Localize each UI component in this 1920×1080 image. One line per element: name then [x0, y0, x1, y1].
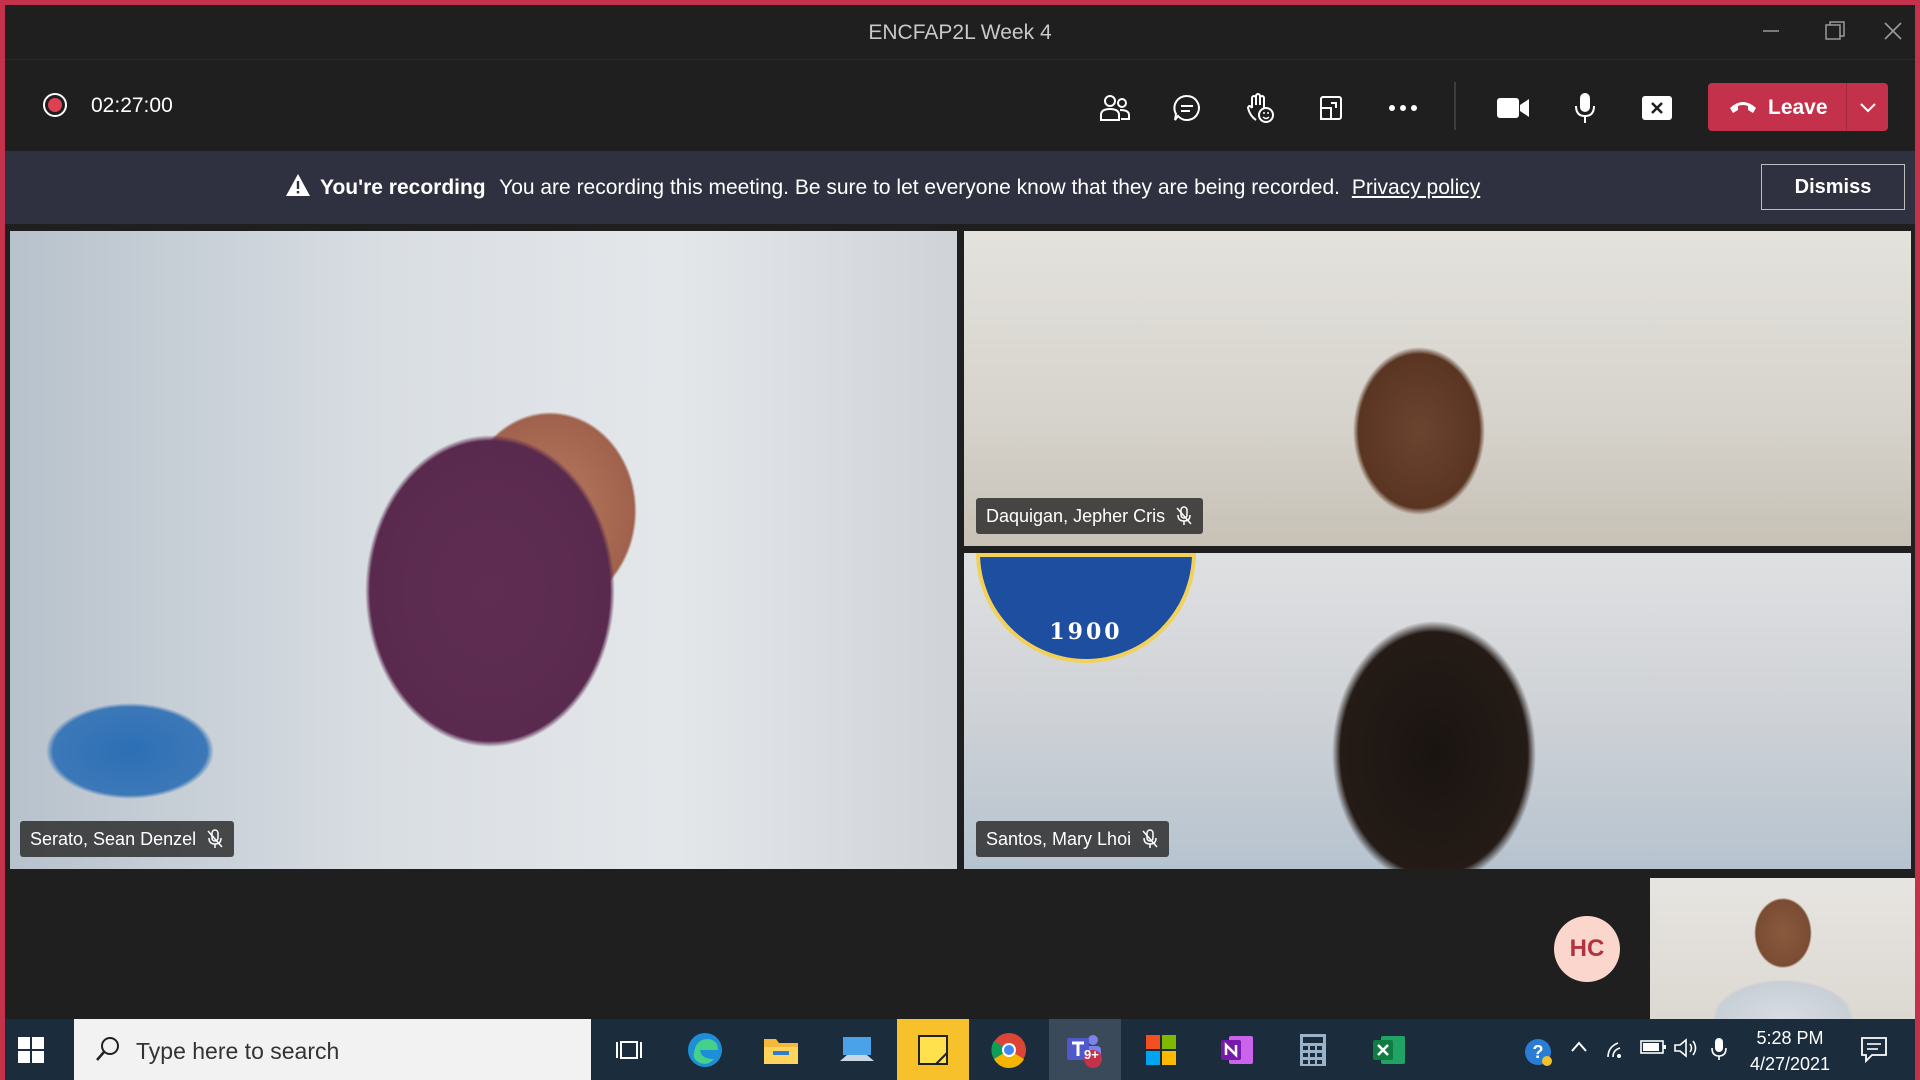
minimize-icon — [1763, 30, 1779, 32]
reactions-icon — [1246, 93, 1274, 123]
notification-center-icon[interactable] — [1860, 1035, 1888, 1068]
store-icon — [1146, 1034, 1176, 1065]
clock-time: 5:28 PM — [1756, 1028, 1824, 1048]
chrome-icon — [991, 1032, 1026, 1068]
banner-text: You're recording You are recording this … — [320, 176, 1480, 200]
taskbar-search-box[interactable]: Type here to search — [74, 1019, 591, 1080]
search-placeholder: Type here to search — [136, 1038, 340, 1064]
clock-date: 4/27/2021 — [1749, 1054, 1831, 1074]
reactions-button[interactable] — [1237, 86, 1281, 130]
leave-label: Leave — [1768, 96, 1828, 119]
sticky-notes-icon — [918, 1034, 948, 1065]
chevron-up-icon[interactable] — [1569, 1037, 1589, 1057]
warning-icon — [285, 173, 311, 202]
participant-name-tag: Daquigan, Jepher Cris — [976, 498, 1204, 534]
volume-icon[interactable] — [1673, 1037, 1699, 1059]
calculator-icon — [1300, 1033, 1326, 1066]
avatar[interactable]: HC — [1554, 916, 1620, 982]
participant-name-tag: Serato, Sean Denzel — [20, 821, 235, 857]
recording-indicator-icon — [43, 93, 67, 117]
mic-off-icon — [206, 829, 224, 849]
help-tray-icon[interactable]: ? — [1523, 1037, 1553, 1067]
minimize-button[interactable] — [1753, 13, 1789, 49]
seal-year: 1900 — [1049, 619, 1123, 645]
edge-icon — [688, 1032, 722, 1067]
camera-icon — [1497, 98, 1529, 118]
remote-desktop-icon — [840, 1036, 874, 1061]
close-icon — [1884, 22, 1902, 40]
participants-button[interactable] — [1093, 86, 1137, 130]
mic-off-icon — [1175, 506, 1193, 526]
mic-toggle-button[interactable] — [1563, 86, 1607, 130]
windows-start-icon[interactable] — [17, 1036, 45, 1069]
more-options-button[interactable] — [1381, 86, 1425, 130]
university-seal-logo: 1900 — [976, 553, 1196, 663]
participant-name: Serato, Sean Denzel — [30, 828, 197, 849]
restore-icon — [1825, 21, 1845, 40]
file-explorer-button[interactable] — [745, 1019, 817, 1080]
close-window-button[interactable] — [1875, 13, 1911, 49]
onenote-app-button[interactable] — [1201, 1019, 1273, 1080]
teams-badge: 9+ — [1084, 1047, 1099, 1062]
meeting-toolbar: 02:27:00 Leave — [5, 59, 1915, 152]
leave-split-divider — [1846, 83, 1847, 131]
recording-banner: You're recording You are recording this … — [5, 151, 1915, 224]
share-tray-icon — [1320, 96, 1342, 120]
share-tray-button[interactable] — [1309, 86, 1353, 130]
dismiss-button[interactable]: Dismiss — [1761, 164, 1905, 210]
chevron-down-icon[interactable] — [1856, 95, 1880, 124]
meeting-timer: 02:27:00 — [91, 94, 173, 117]
participant-name-tag: Santos, Mary Lhoi — [976, 821, 1170, 857]
task-view-icon — [616, 1040, 642, 1059]
stop-sharing-button[interactable] — [1635, 86, 1679, 130]
leave-button[interactable]: Leave — [1708, 83, 1888, 131]
microphone-tray-icon[interactable] — [1711, 1037, 1727, 1061]
toolbar-divider — [1454, 82, 1456, 130]
title-bar: ENCFAP2L Week 4 — [5, 5, 1915, 59]
window-title: ENCFAP2L Week 4 — [868, 21, 1052, 44]
remote-desktop-button[interactable] — [821, 1019, 893, 1080]
file-explorer-icon — [764, 1038, 798, 1064]
camera-toggle-button[interactable] — [1491, 86, 1535, 130]
privacy-policy-link[interactable]: Privacy policy — [1352, 176, 1480, 199]
chat-icon — [1173, 94, 1200, 121]
battery-icon[interactable] — [1639, 1037, 1667, 1057]
edge-app-button[interactable] — [669, 1019, 741, 1080]
taskbar-clock[interactable]: 5:28 PM 4/27/2021 — [1735, 1025, 1845, 1077]
microsoft-store-button[interactable] — [1125, 1019, 1197, 1080]
stop-share-icon — [1642, 96, 1672, 120]
banner-message: You are recording this meeting. Be sure … — [499, 176, 1341, 199]
participant-name: Daquigan, Jepher Cris — [986, 505, 1166, 526]
video-tile-daquigan[interactable]: Daquigan, Jepher Cris — [964, 231, 1911, 546]
video-tile-serato[interactable]: Serato, Sean Denzel — [10, 231, 957, 869]
calculator-app-button[interactable] — [1277, 1019, 1349, 1080]
svg-text:?: ? — [1533, 1042, 1544, 1062]
excel-icon — [1373, 1035, 1405, 1064]
teams-app-button[interactable]: 9+ — [1049, 1019, 1121, 1080]
hang-up-icon — [1728, 96, 1758, 123]
network-icon[interactable] — [1605, 1037, 1631, 1059]
people-icon — [1100, 95, 1130, 121]
chat-button[interactable] — [1165, 86, 1209, 130]
more-options-icon — [1389, 105, 1417, 111]
windows-taskbar: Type here to search 9+ ? 5:28 PM 4/27/20… — [0, 1019, 1920, 1080]
participant-name: Santos, Mary Lhoi — [986, 828, 1132, 849]
mic-off-icon — [1141, 829, 1159, 849]
restore-button[interactable] — [1817, 13, 1853, 49]
chrome-app-button[interactable] — [973, 1019, 1045, 1080]
search-icon — [94, 1035, 122, 1068]
banner-title: You're recording — [320, 176, 486, 199]
onenote-icon — [1221, 1035, 1253, 1064]
mic-icon — [1575, 93, 1595, 123]
video-tile-santos[interactable]: 1900 Santos, Mary Lhoi — [964, 553, 1911, 869]
excel-app-button[interactable] — [1353, 1019, 1425, 1080]
sticky-notes-button[interactable] — [897, 1019, 969, 1080]
self-video-preview[interactable] — [1650, 878, 1915, 1019]
task-view-button[interactable] — [593, 1019, 665, 1080]
